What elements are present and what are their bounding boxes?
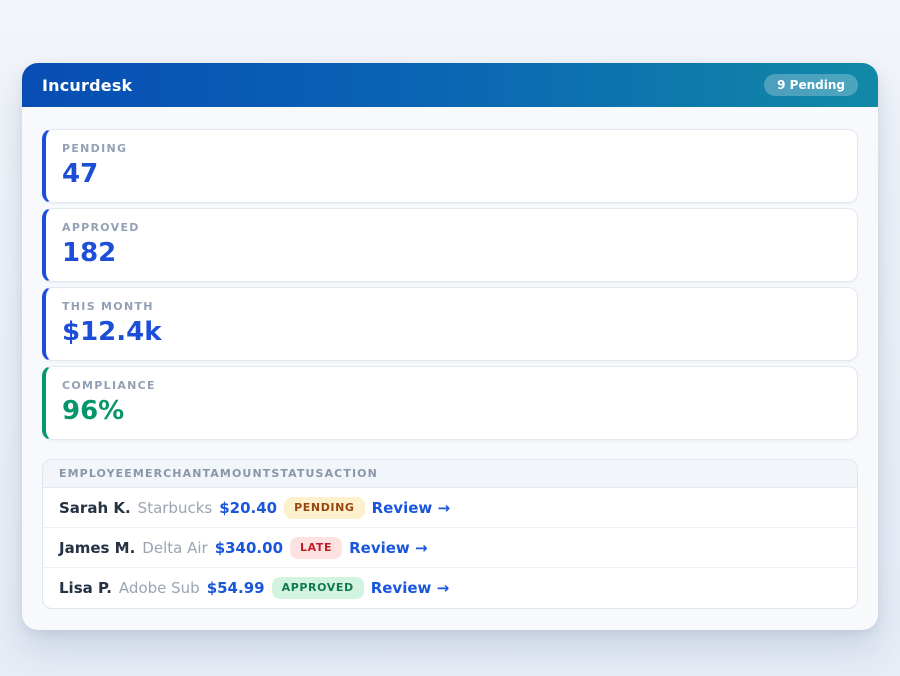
table-row: James M. Delta Air $340.00 LATE Review → (43, 528, 857, 568)
table-row: Sarah K. Starbucks $20.40 PENDING Review… (43, 488, 857, 528)
stat-label: COMPLIANCE (62, 380, 841, 392)
status-badge: LATE (290, 537, 342, 559)
expense-amount: $54.99 (207, 579, 265, 597)
status-badge: PENDING (284, 497, 364, 519)
employee-name: Lisa P. (59, 579, 112, 597)
stat-card-pending: PENDING 47 (42, 129, 858, 203)
stat-card-approved: APPROVED 182 (42, 208, 858, 282)
table-header-row: EMPLOYEEMERCHANTAMOUNTSTATUSACTION (43, 460, 857, 488)
merchant-name: Starbucks (138, 499, 213, 517)
stat-value: 96% (62, 397, 841, 426)
pending-count-badge: 9 Pending (764, 74, 858, 96)
review-link[interactable]: Review → (349, 539, 427, 557)
stat-label: THIS MONTH (62, 301, 841, 313)
expense-amount: $20.40 (219, 499, 277, 517)
merchant-name: Delta Air (142, 539, 207, 557)
column-header-amount: AMOUNT (210, 467, 271, 480)
review-link[interactable]: Review → (371, 579, 449, 597)
page-background: Incurdesk 9 Pending PENDING 47 APPROVED … (0, 0, 900, 676)
column-header-action: ACTION (325, 467, 378, 480)
stat-card-this-month: THIS MONTH $12.4k (42, 287, 858, 361)
review-link[interactable]: Review → (372, 499, 450, 517)
table-row: Lisa P. Adobe Sub $54.99 APPROVED Review… (43, 568, 857, 608)
stat-value: 47 (62, 160, 841, 189)
column-header-status: STATUS (271, 467, 324, 480)
app-header: Incurdesk 9 Pending (22, 63, 878, 107)
employee-name: James M. (59, 539, 135, 557)
expenses-table: EMPLOYEEMERCHANTAMOUNTSTATUSACTION Sarah… (42, 459, 858, 609)
app-card: Incurdesk 9 Pending PENDING 47 APPROVED … (22, 63, 878, 630)
app-body: PENDING 47 APPROVED 182 THIS MONTH $12.4… (22, 107, 878, 630)
status-badge: APPROVED (272, 577, 364, 599)
stat-value: 182 (62, 239, 841, 268)
stat-label: APPROVED (62, 222, 841, 234)
column-header-merchant: MERCHANT (133, 467, 210, 480)
merchant-name: Adobe Sub (119, 579, 200, 597)
stat-value: $12.4k (62, 318, 841, 347)
stat-label: PENDING (62, 143, 841, 155)
app-title: Incurdesk (42, 76, 132, 95)
stat-card-compliance: COMPLIANCE 96% (42, 366, 858, 440)
expense-amount: $340.00 (215, 539, 283, 557)
column-header-employee: EMPLOYEE (59, 467, 133, 480)
employee-name: Sarah K. (59, 499, 131, 517)
